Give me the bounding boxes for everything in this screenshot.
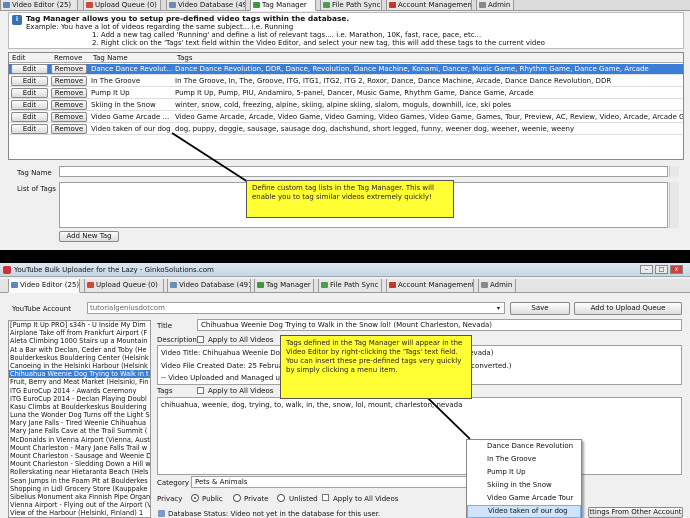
context-menu-item[interactable]: Dance Dance Revolution xyxy=(467,440,581,453)
context-menu-item[interactable]: In The Groove xyxy=(467,453,581,466)
context-menu-item[interactable]: Video taken of our dog xyxy=(467,505,581,518)
context-menu-item[interactable]: Pump It Up xyxy=(467,466,581,479)
context-menu-item[interactable]: Skiing in the Snow xyxy=(467,479,581,492)
tags-context-menu: Dance Dance Revolution In The Groove Pump … xyxy=(466,439,582,518)
video-editor-callout: Tags defined in the Tag Manager will app… xyxy=(280,335,472,399)
context-menu-item[interactable]: Video Game Arcade Tour xyxy=(467,492,581,505)
video-editor-window: YouTube Bulk Uploader for the Lazy - Gin… xyxy=(0,263,690,518)
tag-manager-window: Video Editor (25) Upload Queue (0) Video… xyxy=(0,0,690,250)
tag-manager-callout: Define custom tag lists in the Tag Manag… xyxy=(246,180,454,218)
